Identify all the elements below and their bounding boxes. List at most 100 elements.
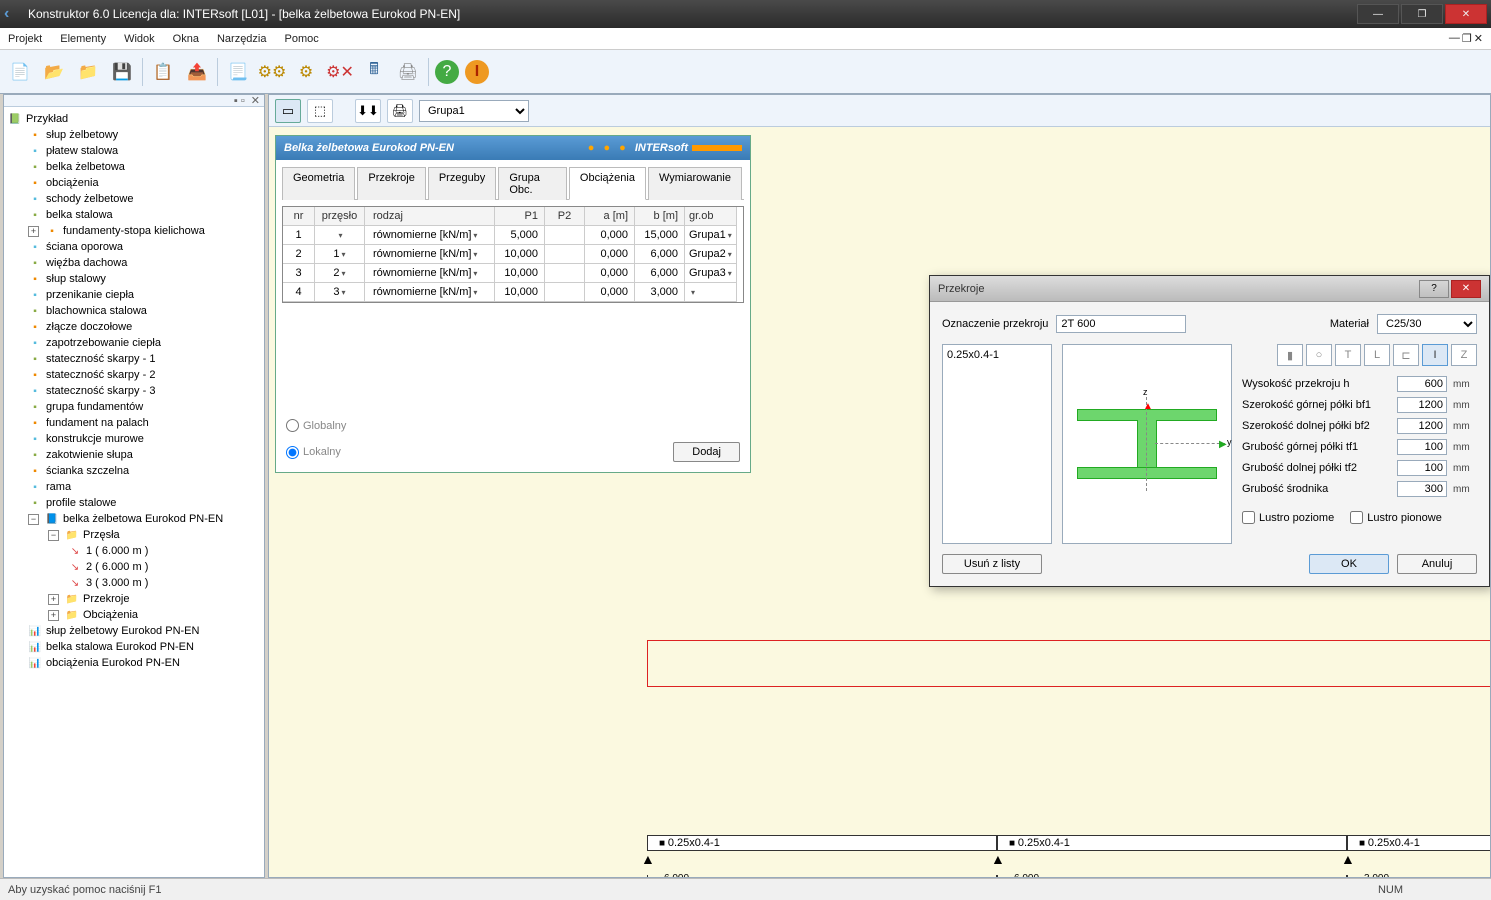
dialog-close-button[interactable]: ✕ [1451, 280, 1481, 298]
copy-icon[interactable]: 📋 [149, 58, 177, 86]
window-close-button[interactable]: ✕ [1445, 4, 1487, 24]
shape-i-icon[interactable]: I [1422, 344, 1448, 366]
tree-item[interactable]: konstrukcje murowe [46, 433, 144, 445]
lustro-pionowe-checkbox[interactable] [1350, 511, 1363, 524]
tree-item[interactable]: słup żelbetowy Eurokod PN-EN [46, 625, 199, 637]
tree-item[interactable]: zakotwienie słupa [46, 449, 133, 461]
tab-obciazenia[interactable]: Obciążenia [569, 167, 646, 200]
calculator-icon[interactable]: 🖩 [360, 58, 388, 86]
material-select[interactable]: C25/30 [1377, 314, 1477, 334]
dimension-input[interactable] [1397, 376, 1447, 392]
info-icon[interactable]: I [465, 60, 489, 84]
tree-item[interactable]: ścianka szczelna [46, 465, 129, 477]
window-maximize-button[interactable]: ❐ [1401, 4, 1443, 24]
tab-przekroje[interactable]: Przekroje [357, 167, 425, 200]
dimension-input[interactable] [1397, 439, 1447, 455]
tree-item[interactable]: obciążenia Eurokod PN-EN [46, 657, 180, 669]
view-icon[interactable]: 🖨 [387, 99, 413, 123]
tree-span-3[interactable]: 3 ( 3.000 m ) [86, 577, 148, 589]
radio-globalny[interactable] [286, 419, 299, 432]
usun-button[interactable]: Usuń z listy [942, 554, 1042, 574]
tree-item[interactable]: grupa fundamentów [46, 401, 143, 413]
expand-icon[interactable]: − [28, 514, 39, 525]
dimension-input[interactable] [1397, 418, 1447, 434]
tree-item[interactable]: fundamenty-stopa kielichowa [63, 225, 205, 237]
tree-item[interactable]: więźba dachowa [46, 257, 127, 269]
radio-lokalny[interactable] [286, 446, 299, 459]
shape-rect-icon[interactable]: ▮ [1277, 344, 1303, 366]
tree-item[interactable]: belka żelbetowa [46, 161, 125, 173]
tree-item[interactable]: stateczność skarpy - 3 [46, 385, 155, 397]
tab-przeguby[interactable]: Przeguby [428, 167, 496, 200]
tree-item[interactable]: płatew stalowa [46, 145, 118, 157]
tree-item[interactable]: profile stalowe [46, 497, 116, 509]
gears-icon[interactable]: ⚙⚙ [258, 58, 286, 86]
tree-item[interactable]: stateczność skarpy - 1 [46, 353, 155, 365]
ozn-input[interactable] [1056, 315, 1186, 333]
table-row[interactable]: 1▾równomierne [kN/m]▾5,0000,00015,000Gru… [283, 226, 743, 245]
tree-item[interactable]: schody żelbetowe [46, 193, 133, 205]
tree-item[interactable]: stateczność skarpy - 2 [46, 369, 155, 381]
list-item[interactable]: 0.25x0.4-1 [947, 349, 1047, 361]
tree-item[interactable]: belka żelbetowa Eurokod PN-EN [63, 513, 223, 525]
expand-icon[interactable]: + [28, 226, 39, 237]
tree-item[interactable]: blachownica stalowa [46, 305, 147, 317]
menu-projekt[interactable]: Projekt [8, 33, 42, 45]
menu-okna[interactable]: Okna [173, 33, 199, 45]
tree-item[interactable]: ściana oporowa [46, 241, 123, 253]
gear-delete-icon[interactable]: ⚙✕ [326, 58, 354, 86]
project-tree[interactable]: 📗Przykład ▪słup żelbetowy▪płatew stalowa… [4, 107, 264, 675]
mdi-close-icon[interactable]: ✕ [1474, 32, 1483, 45]
view-mode-icon[interactable]: ▭ [275, 99, 301, 123]
export-icon[interactable]: 📤 [183, 58, 211, 86]
tree-item[interactable]: przenikanie ciepła [46, 289, 134, 301]
shape-l-icon[interactable]: L [1364, 344, 1390, 366]
dimension-input[interactable] [1397, 460, 1447, 476]
section-list[interactable]: 0.25x0.4-1 [942, 344, 1052, 544]
tree-item[interactable]: obciążenia [46, 177, 99, 189]
dialog-help-button[interactable]: ? [1419, 280, 1449, 298]
tab-wymiarowanie[interactable]: Wymiarowanie [648, 167, 742, 200]
tree-item[interactable]: słup żelbetowy [46, 129, 118, 141]
tree-span-2[interactable]: 2 ( 6.000 m ) [86, 561, 148, 573]
open-folder-icon[interactable]: 📂 [40, 58, 68, 86]
view-3d-icon[interactable]: ⬚ [307, 99, 333, 123]
expand-icon[interactable]: + [48, 594, 59, 605]
dimension-input[interactable] [1397, 481, 1447, 497]
new-file-icon[interactable]: 📄 [6, 58, 34, 86]
shape-z-icon[interactable]: Z [1451, 344, 1477, 366]
ok-button[interactable]: OK [1309, 554, 1389, 574]
window-minimize-button[interactable]: — [1357, 4, 1399, 24]
print-icon[interactable]: 🖨 [394, 58, 422, 86]
table-row[interactable]: 43▾równomierne [kN/m]▾10,0000,0003,000▾ [283, 283, 743, 302]
tree-item[interactable]: belka stalowa [46, 209, 113, 221]
sidebar-close-icon[interactable]: ✕ [251, 94, 260, 107]
page-icon[interactable]: 📃 [224, 58, 252, 86]
folder-icon[interactable]: 📁 [74, 58, 102, 86]
expand-icon[interactable]: + [48, 610, 59, 621]
menu-narzedzia[interactable]: Narzędzia [217, 33, 267, 45]
shape-circle-icon[interactable]: ○ [1306, 344, 1332, 366]
tree-item[interactable]: złącze doczołowe [46, 321, 132, 333]
shape-c-icon[interactable]: ⊏ [1393, 344, 1419, 366]
tab-geometria[interactable]: Geometria [282, 167, 355, 200]
shape-t-icon[interactable]: T [1335, 344, 1361, 366]
gear-icon[interactable]: ⚙ [292, 58, 320, 86]
table-row[interactable]: 21▾równomierne [kN/m]▾10,0000,0006,000Gr… [283, 245, 743, 264]
menu-widok[interactable]: Widok [124, 33, 155, 45]
menu-pomoc[interactable]: Pomoc [285, 33, 319, 45]
tree-item[interactable]: zapotrzebowanie ciepła [46, 337, 161, 349]
lustro-poziome-checkbox[interactable] [1242, 511, 1255, 524]
dimension-input[interactable] [1397, 397, 1447, 413]
group-select[interactable]: Grupa1 [419, 100, 529, 122]
tree-loads[interactable]: Obciążenia [83, 609, 138, 621]
table-row[interactable]: 32▾równomierne [kN/m]▾10,0000,0006,000Gr… [283, 264, 743, 283]
tree-spans[interactable]: Przęsła [83, 529, 120, 541]
tab-grupa-obc[interactable]: Grupa Obc. [498, 167, 567, 200]
tree-root[interactable]: Przykład [26, 113, 68, 125]
tree-sections[interactable]: Przekroje [83, 593, 129, 605]
help-icon[interactable]: ? [435, 60, 459, 84]
tree-item[interactable]: fundament na palach [46, 417, 149, 429]
loads-icon[interactable]: ⬇⬇ [355, 99, 381, 123]
mdi-minimize-icon[interactable]: — [1449, 32, 1460, 45]
